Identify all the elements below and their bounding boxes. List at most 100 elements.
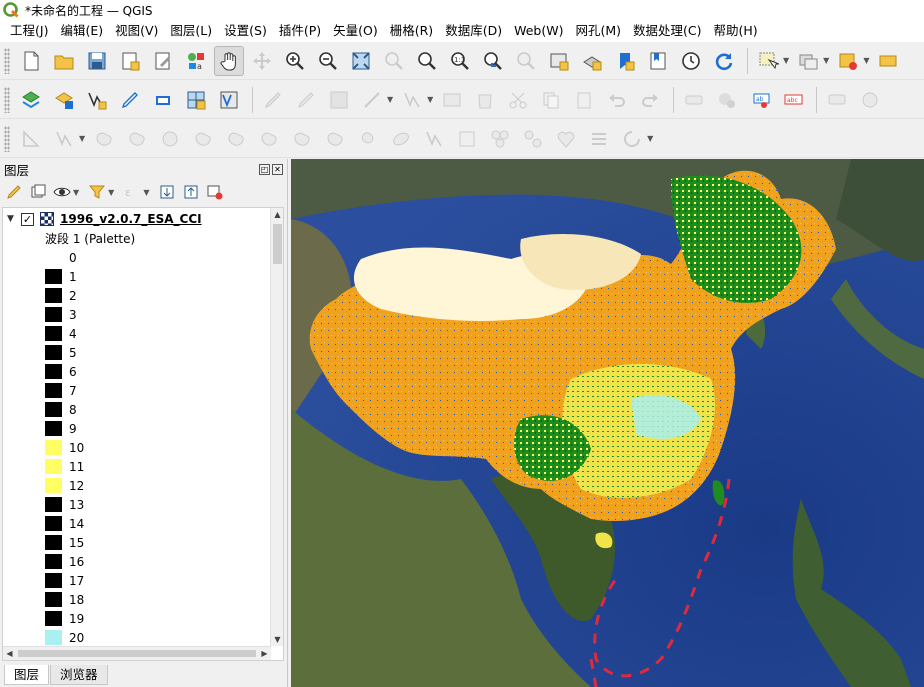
scrollbar-thumb[interactable] [18,650,256,657]
style-manager-button[interactable]: a [181,46,211,76]
filter-by-expression-button[interactable]: ε [122,182,142,202]
flower-tool-button[interactable] [485,124,515,154]
data-source-manager-button[interactable] [16,85,46,115]
deselect-button[interactable] [793,46,823,76]
gps-button[interactable] [148,85,178,115]
modify-attributes-button[interactable] [437,85,467,115]
save-edits-button[interactable] [324,85,354,115]
delete-part-button[interactable] [188,124,218,154]
menu-mesh[interactable]: 网孔(M) [569,20,627,42]
trim-extend-button[interactable] [617,124,647,154]
menu-raster[interactable]: 栅格(R) [384,20,439,42]
zoom-in-button[interactable] [280,46,310,76]
layer-row[interactable]: ▼ ✓ 1996_v2.0.7_ESA_CCI [3,208,271,230]
list-tool-button[interactable] [584,124,614,154]
heart-shape-button[interactable] [551,124,581,154]
zoom-last-button[interactable] [478,46,508,76]
new-map-view-button[interactable] [544,46,574,76]
rotate-point-symbols-button[interactable] [386,124,416,154]
layout-manager-button[interactable] [148,46,178,76]
manage-map-themes-button[interactable] [52,182,72,202]
pan-to-selection-button[interactable] [247,46,277,76]
chevron-down-icon[interactable]: ▼ [79,134,85,143]
zoom-out-button[interactable] [313,46,343,76]
float-panel-icon[interactable]: ◰ [259,163,270,175]
zoom-to-layer-button[interactable] [412,46,442,76]
measure-button[interactable] [873,46,903,76]
menu-database[interactable]: 数据库(D) [439,20,508,42]
fill-ring-button[interactable] [122,124,152,154]
copy-features-button[interactable] [536,85,566,115]
open-styling-panel-button[interactable] [4,182,24,202]
menu-help[interactable]: 帮助(H) [707,20,763,42]
toolbar-grip[interactable] [4,47,10,74]
toolbar-grip[interactable] [4,86,10,113]
pin-labels-button[interactable]: ab [745,85,775,115]
offset-curve-button[interactable] [254,124,284,154]
expand-arrow-icon[interactable]: ▼ [7,214,21,224]
scrollbar-thumb[interactable] [273,224,282,264]
vector-tools-button[interactable] [214,85,244,115]
open-project-button[interactable] [49,46,79,76]
zoom-next-button[interactable] [511,46,541,76]
paste-features-button[interactable] [569,85,599,115]
chevron-down-icon[interactable]: ▼ [108,188,114,197]
label-toolbar-button[interactable] [679,85,709,115]
tab-browser[interactable]: 浏览器 [50,665,108,685]
menu-view[interactable]: 视图(V) [109,20,164,42]
scroll-left-icon[interactable]: ◀ [3,647,16,660]
new-bookmark-button[interactable] [610,46,640,76]
menu-plugins[interactable]: 插件(P) [273,20,327,42]
tab-layers[interactable]: 图层 [4,665,50,685]
vertex-tool-button[interactable] [397,85,427,115]
save-project-button[interactable] [82,46,112,76]
scroll-right-icon[interactable]: ▶ [258,647,271,660]
simplify-button[interactable] [419,124,449,154]
menu-layer[interactable]: 图层(L) [164,20,218,42]
map-canvas[interactable] [291,159,924,687]
add-group-button[interactable] [28,182,48,202]
scroll-down-icon[interactable]: ▼ [271,633,283,646]
new-3d-view-button[interactable] [577,46,607,76]
chevron-down-icon[interactable]: ▼ [143,188,149,197]
add-ring-button[interactable] [49,124,79,154]
chevron-down-icon[interactable]: ▼ [783,56,789,65]
new-print-layout-button[interactable] [115,46,145,76]
toggle-editing-button[interactable] [291,85,321,115]
chevron-down-icon[interactable]: ▼ [823,56,829,65]
vertex-editor-button[interactable] [452,124,482,154]
menu-vector[interactable]: 矢量(O) [327,20,384,42]
move-label-button[interactable] [822,85,852,115]
chevron-down-icon[interactable]: ▼ [647,134,653,143]
zoom-native-resolution-button[interactable]: 1:1 [445,46,475,76]
menu-edit[interactable]: 编辑(E) [54,20,109,42]
new-shapefile-button[interactable] [82,85,112,115]
menu-settings[interactable]: 设置(S) [218,20,273,42]
digitize-button[interactable] [115,85,145,115]
undo-button[interactable] [602,85,632,115]
chevron-down-icon[interactable]: ▼ [387,95,393,104]
remove-layer-button[interactable] [205,182,225,202]
merge-features-button[interactable] [353,124,383,154]
chevron-down-icon[interactable]: ▼ [73,188,79,197]
split-features-button[interactable] [287,124,317,154]
layer-diagram-button[interactable] [712,85,742,115]
new-project-button[interactable] [16,46,46,76]
expand-all-button[interactable] [157,182,177,202]
add-part-button[interactable] [89,124,119,154]
raster-calculator-button[interactable] [181,85,211,115]
open-attribute-table-button[interactable] [833,46,863,76]
multi-split-button[interactable] [518,124,548,154]
redo-button[interactable] [635,85,665,115]
horizontal-scrollbar[interactable]: ◀ ▶ [3,646,271,660]
cut-features-button[interactable] [503,85,533,115]
close-panel-icon[interactable]: ✕ [272,163,283,175]
current-edits-button[interactable] [258,85,288,115]
scroll-up-icon[interactable]: ▲ [271,208,283,221]
collapse-all-button[interactable] [181,182,201,202]
refresh-button[interactable] [709,46,739,76]
reshape-button[interactable] [221,124,251,154]
add-vector-layer-button[interactable] [49,85,79,115]
zoom-full-button[interactable] [346,46,376,76]
layer-name[interactable]: 1996_v2.0.7_ESA_CCI [60,212,202,226]
